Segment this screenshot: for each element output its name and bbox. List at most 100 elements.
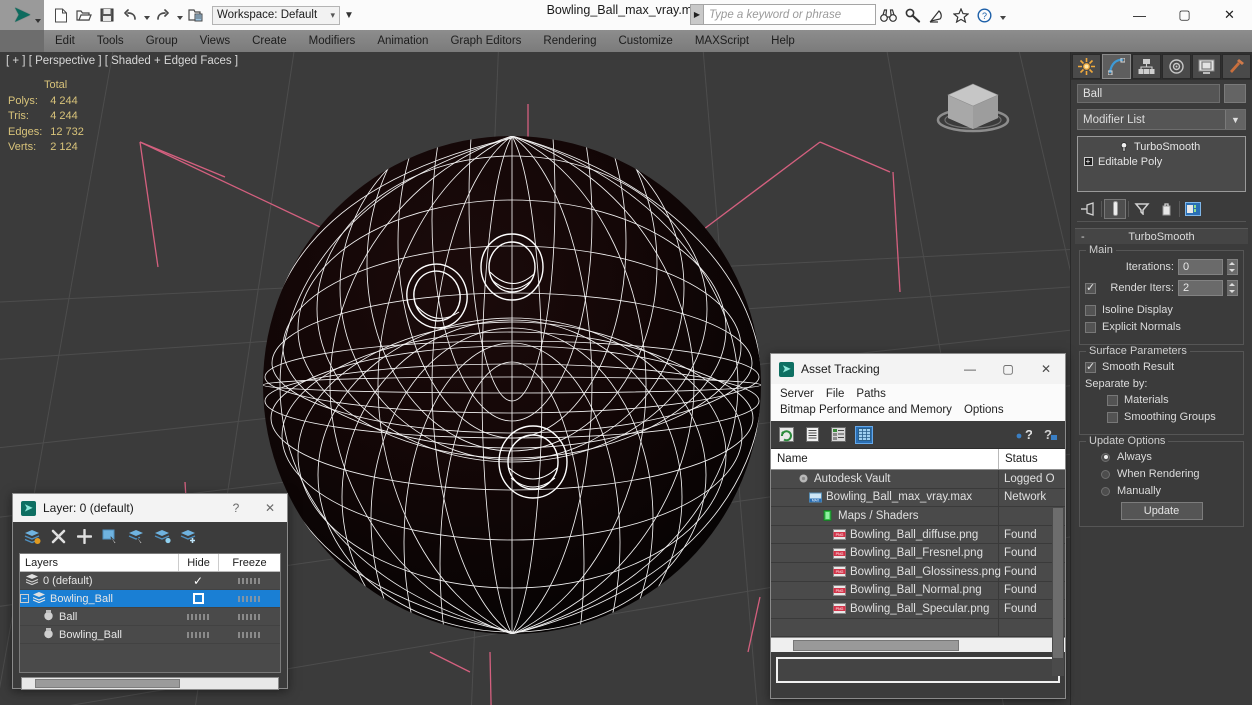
update-option-manually[interactable]: Manually — [1085, 485, 1238, 497]
menu-item-group[interactable]: Group — [135, 30, 189, 52]
select-objects-in-layer-icon[interactable] — [101, 527, 119, 545]
table-row[interactable]: PNG Bowling_Ball_Fresnel.png Found — [771, 544, 1065, 563]
table-row[interactable]: Autodesk Vault Logged O — [771, 470, 1065, 489]
freeze-cell-dots[interactable] — [238, 613, 260, 620]
create-new-layer-icon[interactable] — [23, 527, 41, 545]
table-row[interactable]: PNG Bowling_Ball_diffuse.png Found — [771, 525, 1065, 545]
view-cube[interactable] — [932, 70, 1014, 144]
asset-horizontal-scrollbar[interactable] — [771, 637, 1065, 653]
explicit-normals-checkbox[interactable] — [1085, 321, 1096, 333]
object-name-input[interactable]: Ball — [1077, 84, 1220, 103]
layer-dialog-titlebar[interactable]: ➤ Layer: 0 (default) ? ✕ — [13, 494, 287, 522]
update-option-always[interactable]: Always — [1085, 451, 1238, 463]
set-project-folder-icon[interactable] — [185, 3, 207, 27]
manually-radio[interactable] — [1101, 486, 1110, 496]
plus-expand-icon[interactable]: + — [1082, 156, 1094, 168]
modifier-stack[interactable]: TurboSmooth + Editable Poly — [1077, 136, 1246, 192]
maximize-button[interactable]: ▢ — [1162, 0, 1207, 30]
render-iters-checkbox[interactable] — [1085, 281, 1096, 294]
always-radio[interactable] — [1101, 452, 1110, 462]
search-input[interactable]: Type a keyword or phrase — [704, 4, 876, 25]
layer-row-default[interactable]: 0 (default) ✓ — [20, 572, 280, 590]
help-question-icon[interactable]: ? — [1015, 426, 1033, 444]
help-icon[interactable]: ? — [974, 5, 995, 26]
isoline-display-row[interactable]: Isoline Display — [1085, 304, 1238, 316]
hierarchy-tab[interactable] — [1132, 54, 1161, 79]
minimize-button[interactable]: — — [1117, 0, 1162, 30]
tree-view-icon[interactable] — [829, 426, 847, 444]
object-color-swatch[interactable] — [1224, 84, 1246, 103]
layer-row-bowling-ball-object[interactable]: Bowling_Ball — [20, 626, 280, 644]
materials-row[interactable]: Materials — [1085, 394, 1238, 406]
table-row[interactable]: PNG Bowling_Ball_Glossiness.png Found — [771, 562, 1065, 582]
layer-help-button[interactable]: ? — [219, 494, 253, 522]
grid-view-icon[interactable] — [855, 425, 873, 444]
hide-cell-dots[interactable] — [187, 631, 209, 638]
at-minimize-button[interactable]: — — [951, 354, 989, 384]
select-highlighted-objects-icon[interactable] — [127, 527, 145, 545]
open-file-icon[interactable] — [73, 3, 95, 27]
asset-scroll-thumb[interactable] — [1053, 508, 1063, 658]
set-current-layer-icon[interactable] — [179, 527, 197, 545]
refresh-icon[interactable] — [777, 426, 795, 444]
render-iters-input[interactable]: 2 — [1178, 280, 1223, 296]
menu-item-customize[interactable]: Customize — [607, 30, 683, 52]
freeze-cell-dots[interactable] — [238, 577, 260, 584]
layer-list[interactable]: Layers Hide Freeze 0 (default) ✓ − Bowli… — [19, 553, 281, 673]
modify-tab[interactable] — [1102, 54, 1131, 79]
smooth-result-checkbox[interactable] — [1085, 360, 1096, 373]
iterations-spinner[interactable] — [1227, 259, 1238, 275]
layer-row-ball[interactable]: Ball — [20, 608, 280, 626]
at-close-button[interactable]: ✕ — [1027, 354, 1065, 384]
workspace-selector[interactable]: Workspace: Default ▾ — [212, 5, 340, 25]
layer-row-bowling-ball[interactable]: − Bowling_Ball — [20, 590, 280, 608]
layer-scroll-thumb[interactable] — [35, 679, 180, 688]
hide-cell-dots[interactable] — [187, 613, 209, 620]
smoothing-groups-checkbox[interactable] — [1107, 411, 1118, 423]
undo-dropdown-icon[interactable] — [142, 3, 151, 27]
viewport-label[interactable]: [ + ] [ Perspective ] [ Shaded + Edged F… — [6, 55, 238, 67]
layer-close-button[interactable]: ✕ — [253, 494, 287, 522]
stack-item-editable-poly[interactable]: + Editable Poly — [1078, 154, 1245, 169]
help-about-icon[interactable]: ? — [1041, 426, 1059, 444]
menu-item-create[interactable]: Create — [241, 30, 298, 52]
hide-toggle-box[interactable] — [192, 593, 204, 604]
motion-tab[interactable] — [1162, 54, 1191, 79]
modifier-list-dropdown[interactable]: Modifier List ▼ — [1077, 109, 1246, 130]
create-tab[interactable] — [1072, 54, 1101, 79]
materials-checkbox[interactable] — [1107, 394, 1118, 406]
redo-icon[interactable] — [152, 3, 174, 27]
stack-item-turbosmooth[interactable]: TurboSmooth — [1078, 139, 1245, 154]
freeze-cell-dots[interactable] — [238, 595, 260, 602]
at-menu-server[interactable]: Server — [777, 386, 823, 402]
app-menu-chevron-icon[interactable] — [35, 19, 41, 23]
list-view-icon[interactable] — [803, 426, 821, 444]
table-row[interactable]: PNG Bowling_Ball_Normal.png Found — [771, 581, 1065, 601]
update-button[interactable]: Update — [1120, 502, 1203, 520]
utilities-tab[interactable] — [1222, 54, 1251, 79]
app-logo-button[interactable]: ➤ — [0, 0, 44, 30]
wrench-icon[interactable] — [902, 5, 923, 26]
when-rendering-radio[interactable] — [1101, 469, 1110, 479]
funnel-icon[interactable] — [1131, 199, 1153, 219]
workspace-dropdown-icon[interactable]: ▼ — [341, 4, 357, 26]
layer-horizontal-scrollbar[interactable] — [21, 677, 279, 690]
menu-item-animation[interactable]: Animation — [366, 30, 439, 52]
freeze-cell-dots[interactable] — [238, 631, 260, 638]
table-row[interactable]: Maps / Shaders — [771, 507, 1065, 526]
pin-icon[interactable] — [1077, 199, 1099, 219]
rollout-collapse-icon[interactable]: - — [1081, 231, 1085, 243]
new-file-icon[interactable] — [50, 3, 72, 27]
star-icon[interactable] — [950, 5, 971, 26]
explicit-normals-row[interactable]: Explicit Normals — [1085, 321, 1238, 333]
menu-item-edit[interactable]: Edit — [44, 30, 86, 52]
menu-item-graph-editors[interactable]: Graph Editors — [439, 30, 532, 52]
highlight-selected-objects-icon[interactable] — [153, 527, 171, 545]
menu-item-modifiers[interactable]: Modifiers — [298, 30, 367, 52]
modifier-list-chevron-down-icon[interactable]: ▼ — [1225, 110, 1245, 129]
binoculars-icon[interactable] — [878, 5, 899, 26]
undo-icon[interactable] — [119, 3, 141, 27]
trash-icon[interactable] — [1155, 199, 1177, 219]
name-column-header[interactable]: Name — [771, 449, 999, 469]
asset-tracking-status-field[interactable] — [776, 657, 1060, 684]
